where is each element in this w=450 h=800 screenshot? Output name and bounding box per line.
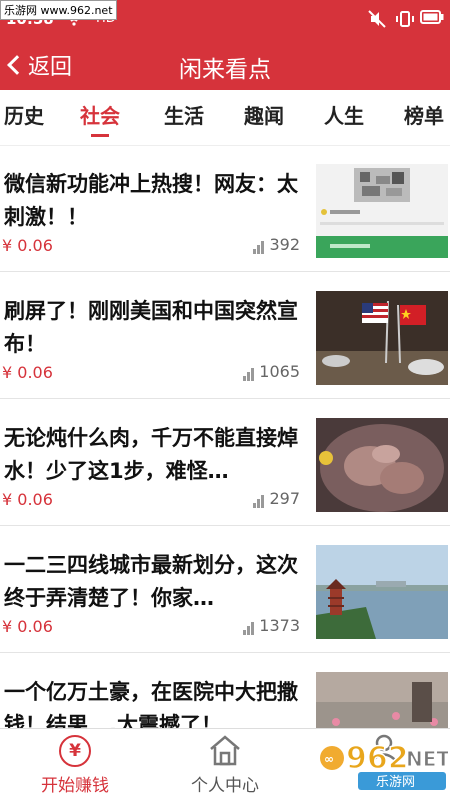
news-title: 一二三四线城市最新划分，这次终于弄清楚了！你家… [4,553,298,610]
bar-chart-icon [243,622,255,635]
home-icon [210,735,240,766]
view-count: 1373 [243,616,300,635]
nav-label: 开始赚钱 [41,776,109,796]
news-item[interactable]: 微信新功能冲上热搜！网友：太刺激！！ ¥ 0.06 392 [0,146,450,272]
nav-label: 个人中心 [191,776,259,796]
svg-text:NET: NET [406,747,448,771]
svg-text:乐游网: 乐游网 [376,775,415,790]
tab-rankings[interactable]: 榜单 [404,100,444,136]
tab-fun-news[interactable]: 趣闻 [244,100,284,136]
view-count: 1065 [243,362,300,381]
news-title: 刷屏了！刚刚美国和中国突然宣布！ [4,299,298,356]
mute-icon [368,10,386,32]
yen-icon: ¥ [59,735,91,767]
reward-amount: ¥ 0.06 [2,363,53,382]
watermark-text: 乐游网 www.962.net [0,0,117,20]
bar-chart-icon [243,368,255,381]
site-watermark-logo: ∞ 962 NET 乐游网 [318,736,450,792]
news-title: 微信新功能冲上热搜！网友：太刺激！！ [4,172,298,229]
bar-chart-icon [253,241,265,254]
view-count: 392 [253,235,300,254]
title-bar: 返回 闲来看点 [0,40,450,90]
battery-icon [420,10,444,28]
news-thumbnail [316,291,448,385]
svg-text:962: 962 [346,741,409,776]
nav-earn-money[interactable]: ¥ 开始赚钱 [0,729,150,800]
reward-amount: ¥ 0.06 [2,490,53,509]
reward-amount: ¥ 0.06 [2,617,53,636]
reward-amount: ¥ 0.06 [2,236,53,255]
news-item[interactable]: 刷屏了！刚刚美国和中国突然宣布！ ¥ 0.06 1065 [0,273,450,399]
vibrate-icon [396,10,414,32]
news-item[interactable]: 无论炖什么肉，千万不能直接焯水！少了这1步，难怪… ¥ 0.06 297 [0,400,450,526]
svg-text:∞: ∞ [324,752,334,766]
tab-life-stories[interactable]: 人生 [324,100,364,136]
news-thumbnail [316,164,448,258]
news-thumbnail [316,545,448,639]
news-item[interactable]: 一二三四线城市最新划分，这次终于弄清楚了！你家… ¥ 0.06 1373 [0,527,450,653]
bar-chart-icon [253,495,265,508]
status-bar: 10:58 HD 乐游网 www.962.net [0,0,450,40]
view-count: 297 [253,489,300,508]
active-tab-indicator [91,134,109,137]
nav-profile-center[interactable]: 个人中心 [150,729,300,800]
news-thumbnail [316,418,448,512]
news-title: 无论炖什么肉，千万不能直接焯水！少了这1步，难怪… [4,426,298,483]
tab-society[interactable]: 社会 [80,100,120,137]
category-tabs: 历史 社会 生活 趣闻 人生 榜单 [0,90,450,146]
tab-life[interactable]: 生活 [164,100,204,136]
tab-history[interactable]: 历史 [4,100,44,136]
page-title: 闲来看点 [179,57,271,83]
